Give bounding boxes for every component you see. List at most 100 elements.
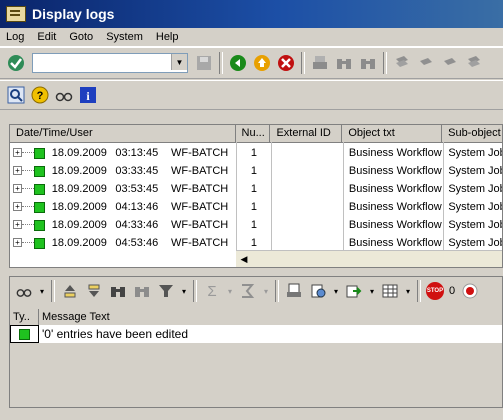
expand-icon[interactable]: + [13, 238, 22, 247]
table-row[interactable]: + 18.09.2009 03:33:45 WF-BATCH 1 Busines… [10, 162, 502, 180]
subtotal-menu-icon[interactable]: ▾ [261, 280, 271, 302]
row-user: WF-BATCH [171, 201, 229, 213]
print-preview-button[interactable] [283, 280, 305, 302]
back-icon [230, 55, 246, 71]
status-green-icon [33, 147, 45, 159]
status-green-icon [33, 237, 45, 249]
status-green-icon [33, 219, 45, 231]
sum-button[interactable]: Σ [201, 280, 223, 302]
row-sub-object: System Job [448, 165, 502, 177]
export-button[interactable] [343, 280, 365, 302]
column-header-external-id[interactable]: External ID [270, 125, 343, 142]
table-row[interactable]: + 18.09.2009 03:53:45 WF-BATCH 1 Busines… [10, 180, 502, 198]
menu-log[interactable]: Log [0, 31, 31, 43]
help-button[interactable]: ? [29, 84, 51, 106]
column-header-date-time-user[interactable]: Date/Time/User [10, 125, 236, 142]
sort-descending-button[interactable] [83, 280, 105, 302]
cancel-button[interactable] [275, 52, 297, 74]
back-button[interactable] [227, 52, 249, 74]
find-button[interactable] [107, 280, 129, 302]
menu-edit[interactable]: Edit [31, 31, 63, 43]
stop-messages-button[interactable]: STOP [425, 280, 445, 302]
row-number: 1 [250, 219, 258, 231]
command-field[interactable]: ▼ [32, 53, 188, 73]
previous-page-button[interactable] [415, 52, 437, 74]
row-date: 18.09.2009 [51, 201, 107, 213]
status-green-icon [33, 165, 45, 177]
title-bar: Display logs [0, 0, 503, 28]
tree-connector: + [10, 216, 34, 234]
choose-button[interactable] [5, 84, 27, 106]
information-button[interactable]: i [77, 84, 99, 106]
column-header-type[interactable]: Ty.. [10, 309, 39, 325]
find-next-button[interactable] [357, 52, 379, 74]
enter-button[interactable] [5, 52, 27, 74]
error-messages-button[interactable] [459, 280, 481, 302]
scroll-left-icon[interactable]: ◀ [236, 251, 252, 267]
stop-count: 0 [449, 285, 456, 297]
row-user: WF-BATCH [171, 165, 229, 177]
sum-menu-icon[interactable]: ▾ [225, 280, 235, 302]
table-row[interactable]: + 18.09.2009 04:33:46 WF-BATCH 1 Busines… [10, 216, 502, 234]
horizontal-scrollbar[interactable]: ◀ [236, 250, 502, 267]
column-header-object-text[interactable]: Object txt [342, 125, 443, 142]
layout-menu-icon[interactable]: ▾ [403, 280, 413, 302]
row-date: 18.09.2009 [51, 165, 107, 177]
views-menu-icon[interactable]: ▾ [331, 280, 341, 302]
views-icon [311, 284, 326, 298]
expand-icon[interactable]: + [13, 202, 22, 211]
next-page-button[interactable] [439, 52, 461, 74]
row-user: WF-BATCH [171, 147, 229, 159]
log-tree-table: Date/Time/User Nu... External ID Object … [9, 124, 503, 268]
last-page-icon [468, 56, 480, 67]
error-icon [462, 283, 478, 299]
find-next-button[interactable] [131, 280, 153, 302]
subtotal-button[interactable] [237, 280, 259, 302]
details-menu-icon[interactable]: ▾ [37, 280, 47, 302]
first-page-button[interactable] [391, 52, 413, 74]
tree-connector: + [10, 180, 34, 198]
separator [219, 52, 223, 74]
command-dropdown-icon[interactable]: ▼ [171, 54, 187, 70]
message-row[interactable]: '0' entries have been edited [10, 325, 502, 343]
command-input[interactable] [33, 54, 171, 70]
expand-icon[interactable]: + [13, 220, 22, 229]
column-header-message-text[interactable]: Message Text [39, 309, 502, 325]
log-table-header: Date/Time/User Nu... External ID Object … [10, 125, 502, 143]
table-row[interactable]: + 18.09.2009 04:13:46 WF-BATCH 1 Busines… [10, 198, 502, 216]
binoculars-plus-icon [135, 287, 149, 297]
expand-icon[interactable]: + [13, 184, 22, 193]
filter-menu-icon[interactable]: ▾ [179, 280, 189, 302]
sort-ascending-button[interactable] [59, 280, 81, 302]
tree-connector: + [10, 198, 34, 216]
message-list-empty-area [10, 343, 502, 407]
expand-icon[interactable]: + [13, 166, 22, 175]
technical-info-button[interactable] [53, 84, 75, 106]
column-header-sub-object[interactable]: Sub-object [442, 125, 502, 142]
save-button[interactable] [193, 52, 215, 74]
export-menu-icon[interactable]: ▾ [367, 280, 377, 302]
layout-button[interactable] [379, 280, 401, 302]
menu-system[interactable]: System [100, 31, 150, 43]
views-button[interactable] [307, 280, 329, 302]
exit-button[interactable] [251, 52, 273, 74]
column-header-number[interactable]: Nu... [236, 125, 271, 142]
find-button[interactable] [333, 52, 355, 74]
row-date: 18.09.2009 [51, 147, 107, 159]
print-button[interactable] [309, 52, 331, 74]
row-date: 18.09.2009 [51, 237, 107, 249]
table-row[interactable]: + 18.09.2009 03:13:45 WF-BATCH 1 Busines… [10, 144, 502, 162]
separator [383, 52, 387, 74]
last-page-button[interactable] [463, 52, 485, 74]
expand-icon[interactable]: + [13, 148, 22, 157]
menu-help[interactable]: Help [150, 31, 186, 43]
layout-icon [382, 284, 398, 298]
menu-goto[interactable]: Goto [63, 31, 100, 43]
status-green-icon [33, 183, 45, 195]
row-sub-object: System Job [448, 183, 502, 195]
details-button[interactable] [13, 280, 35, 302]
filter-button[interactable] [155, 280, 177, 302]
status-green-icon [19, 328, 30, 340]
glasses-icon [16, 289, 32, 297]
row-date: 18.09.2009 [51, 183, 107, 195]
